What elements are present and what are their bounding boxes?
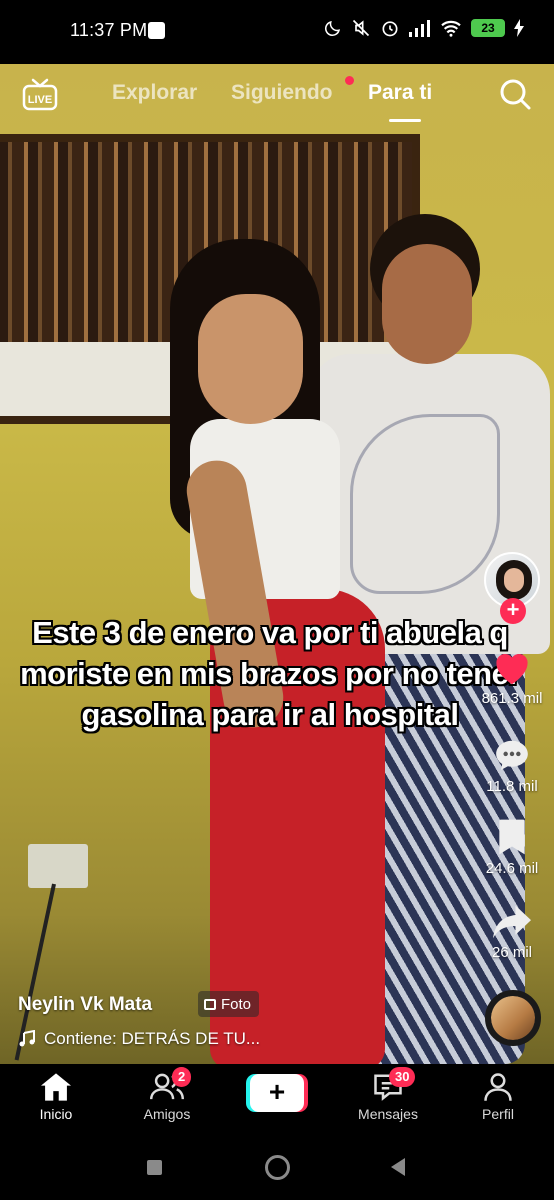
alarm-icon: [382, 21, 398, 37]
comment-count: 11.8 mil: [486, 778, 538, 795]
share-count: 26 mil: [491, 944, 532, 961]
author-name[interactable]: Neylin Vk Mata: [18, 994, 152, 1016]
music-disc[interactable]: [485, 990, 541, 1046]
heart-icon: [496, 653, 528, 685]
signal-icon: [409, 20, 430, 37]
siguiendo-dot: [345, 76, 354, 85]
like-count: 861.3 mil: [481, 690, 543, 707]
post-caption: Este 3 de enero va por ti abuela q moris…: [20, 615, 520, 732]
follow-button[interactable]: +: [500, 598, 526, 624]
home-icon: [41, 1073, 71, 1101]
tab-explorar[interactable]: Explorar: [112, 81, 197, 105]
nav-amigos-label: Amigos: [143, 1106, 191, 1122]
plus-icon: +: [250, 1074, 304, 1112]
mensajes-badge: 30: [389, 1067, 416, 1087]
nav-mensajes[interactable]: Mensajes: [343, 1072, 433, 1122]
nav-perfil-label: Perfil: [482, 1106, 514, 1122]
nav-inicio-label: Inicio: [39, 1106, 73, 1122]
status-time: 11:37 PM: [70, 20, 148, 40]
wall-outlet: [28, 844, 88, 888]
music-label: Contiene: DETRÁS DE TU...: [44, 1029, 261, 1048]
save-count: 24.6 mil: [485, 860, 539, 877]
music-note-icon: [19, 1030, 35, 1047]
create-button[interactable]: +: [246, 1074, 308, 1112]
bookmark-icon: [499, 819, 525, 855]
profile-icon: [484, 1073, 512, 1101]
photo-badge: Foto: [198, 991, 260, 1017]
amigos-badge: 2: [172, 1067, 192, 1087]
live-label: LIVE: [28, 94, 52, 106]
post-photo[interactable]: [0, 64, 554, 1064]
share-icon: [493, 905, 531, 939]
moon-icon: [325, 20, 341, 36]
tab-para-ti[interactable]: Para ti: [368, 81, 432, 105]
status-bar: 11:37 PM 23: [0, 0, 554, 64]
top-nav: LIVE Explorar Siguiendo Para ti: [0, 64, 554, 126]
comment-button[interactable]: 11.8 mil: [474, 736, 550, 795]
photo-badge-label: Foto: [221, 995, 252, 1013]
nav-inicio[interactable]: Inicio: [11, 1072, 101, 1122]
back-icon[interactable]: [391, 1158, 405, 1176]
search-icon[interactable]: [498, 77, 532, 111]
home-circle-icon[interactable]: [265, 1155, 290, 1180]
nav-mensajes-label: Mensajes: [358, 1106, 418, 1122]
save-button[interactable]: 24.6 mil: [474, 818, 550, 877]
battery-level: 23: [481, 21, 495, 35]
like-button[interactable]: 861.3 mil: [474, 648, 550, 707]
live-button[interactable]: LIVE: [22, 76, 58, 112]
notification-icon: [148, 22, 165, 39]
nav-amigos[interactable]: Amigos: [122, 1072, 212, 1122]
share-button[interactable]: 26 mil: [474, 902, 550, 961]
tab-siguiendo[interactable]: Siguiendo: [231, 81, 333, 105]
system-nav-bar: [0, 1136, 554, 1200]
active-tab-indicator: [389, 119, 421, 122]
mute-icon: [352, 19, 370, 37]
recents-icon[interactable]: [147, 1160, 162, 1175]
nav-perfil[interactable]: Perfil: [453, 1072, 543, 1122]
comment-icon: [496, 740, 528, 771]
status-icons: 23: [324, 18, 524, 38]
photo-icon: [204, 998, 216, 1010]
wifi-icon: [441, 20, 461, 37]
charging-icon: [514, 19, 524, 37]
music-info[interactable]: Contiene: DETRÁS DE TU...: [18, 1029, 260, 1049]
battery-icon: 23: [471, 19, 505, 37]
live-tv-icon: LIVE: [22, 78, 58, 111]
